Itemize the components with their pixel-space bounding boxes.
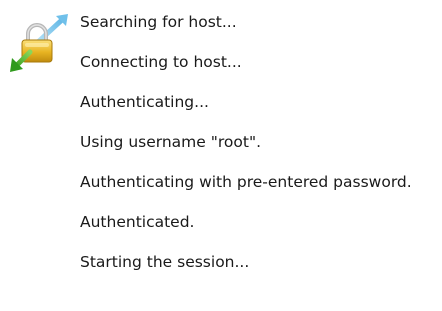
log-line-authenticated: Authenticated. (80, 213, 195, 231)
log-line-password-auth: Authenticating with pre-entered password… (80, 173, 412, 191)
log-line-username: Using username "root". (80, 133, 261, 151)
log-line-starting-session: Starting the session... (80, 253, 250, 271)
log-line-authenticating: Authenticating... (80, 93, 209, 111)
log-line-connecting: Connecting to host... (80, 53, 242, 71)
log-line-searching: Searching for host... (80, 13, 237, 31)
secure-connection-lock-icon (8, 12, 76, 72)
connection-log: Searching for host... Connecting to host… (80, 10, 412, 290)
connection-progress-panel: Searching for host... Connecting to host… (0, 0, 442, 311)
